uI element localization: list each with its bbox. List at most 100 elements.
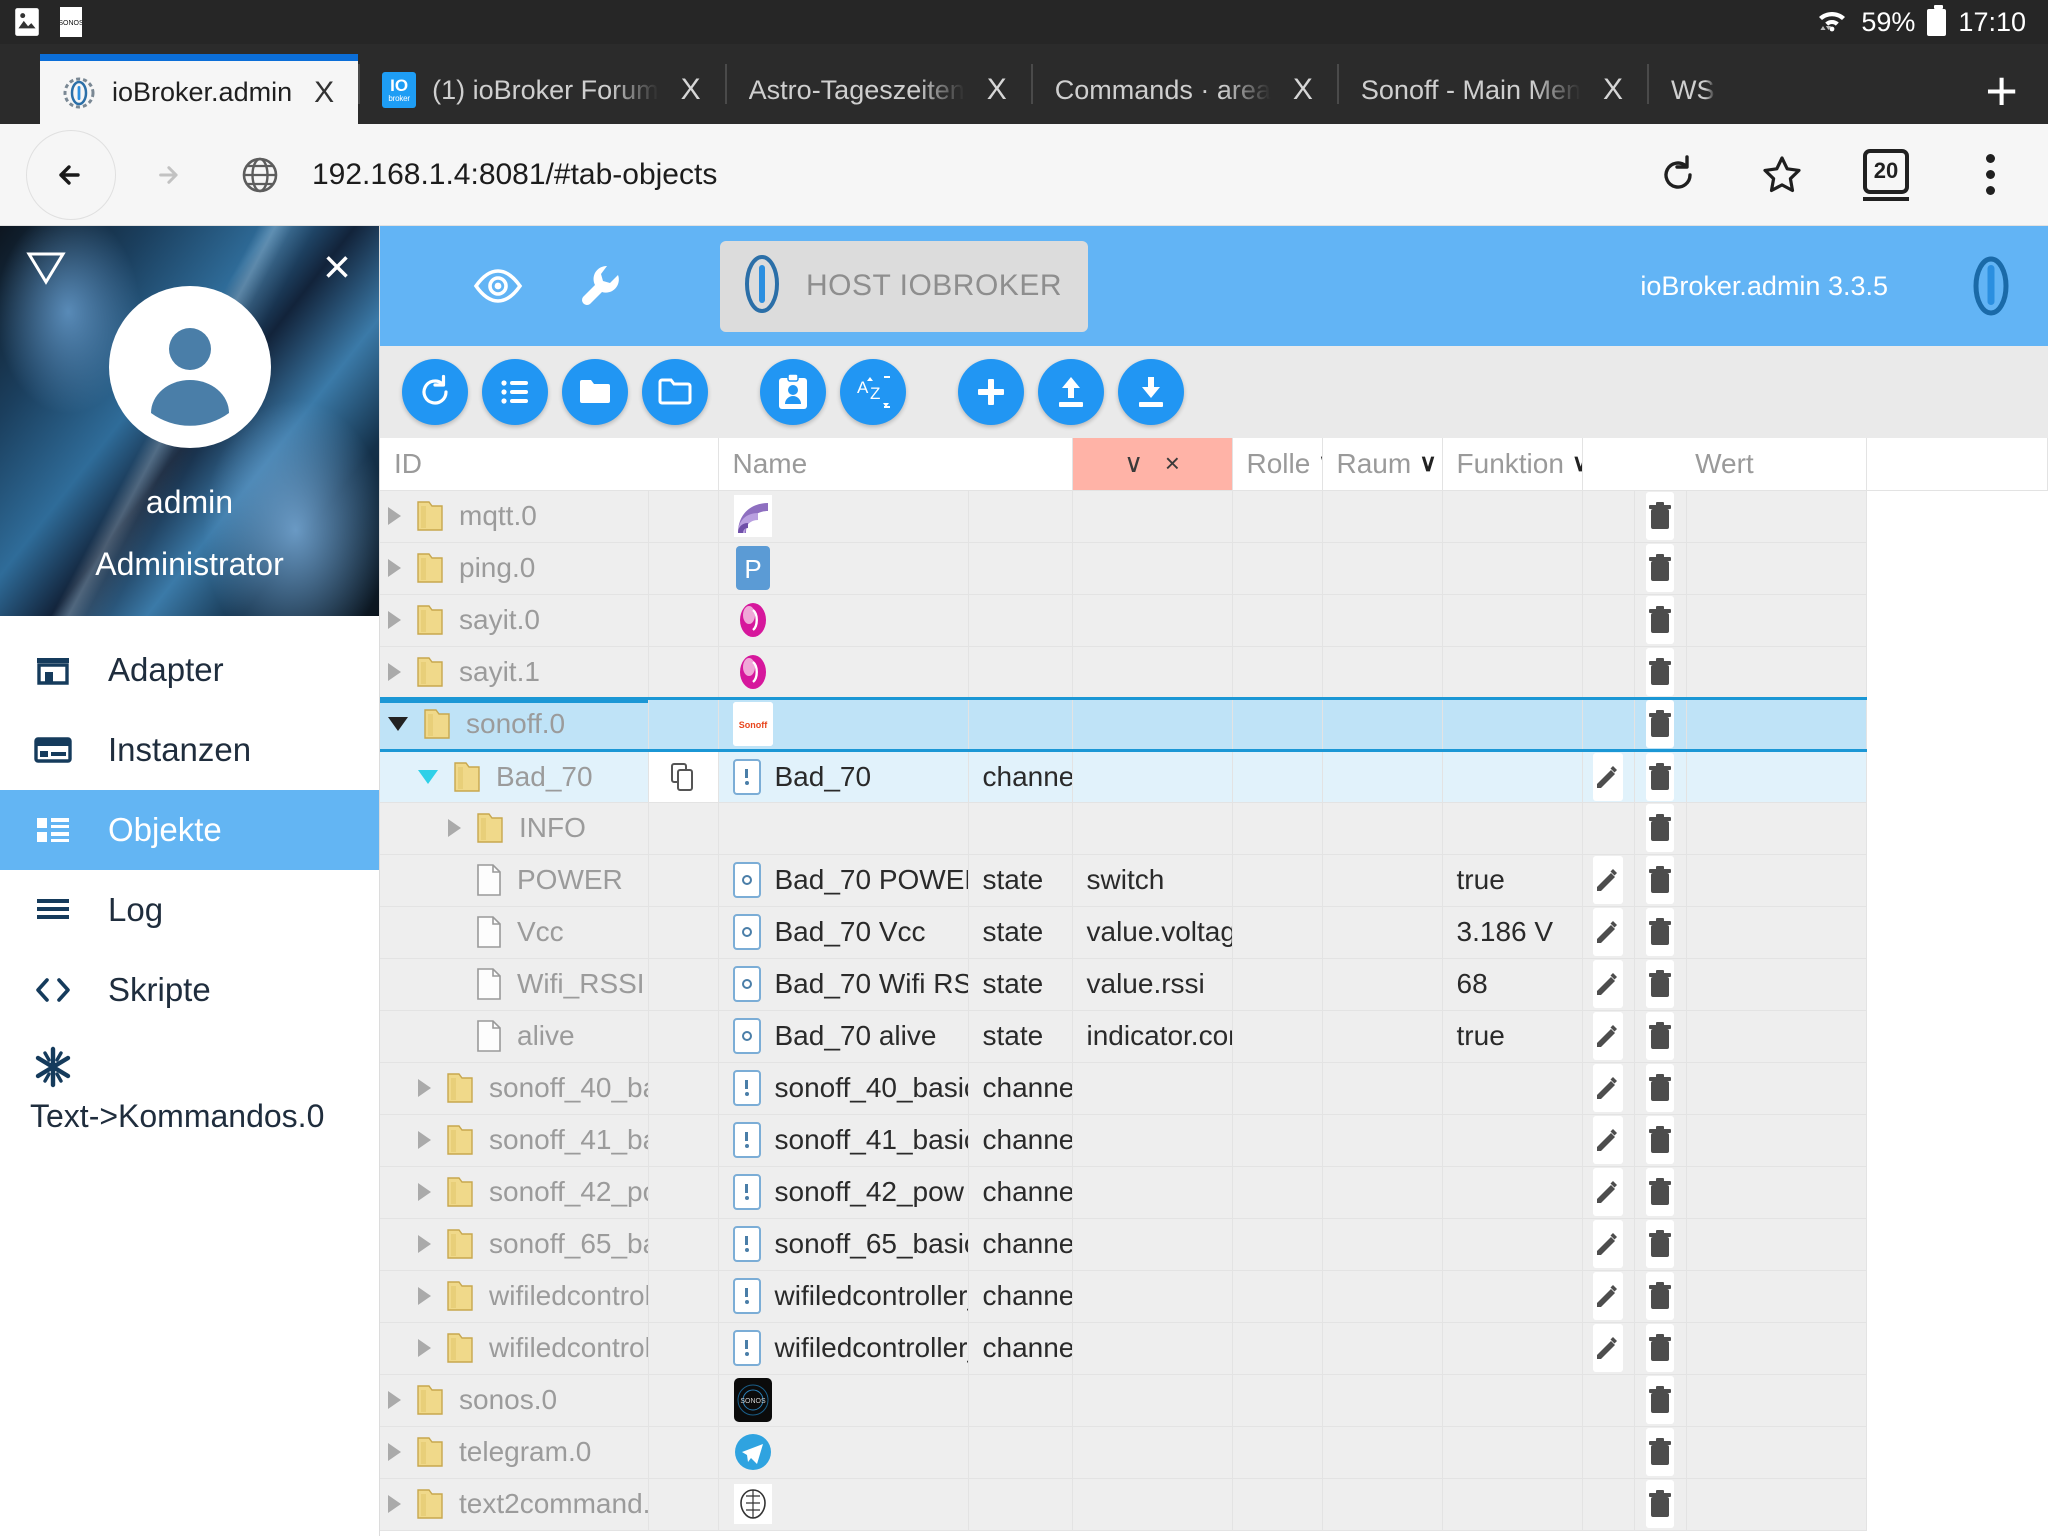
edit-row-button[interactable] — [1593, 856, 1624, 904]
cell-id[interactable]: wifiledcontroller_ — [380, 1322, 649, 1375]
expand-triangle-icon[interactable] — [418, 1183, 431, 1201]
cell-edit[interactable] — [1582, 1166, 1635, 1219]
column-header-room[interactable]: Raum ∨ — [1322, 438, 1443, 491]
close-icon[interactable]: X — [675, 71, 707, 109]
cell-delete[interactable] — [1634, 696, 1687, 752]
cell-edit[interactable] — [1582, 750, 1635, 803]
expand-triangle-icon[interactable] — [418, 1079, 431, 1097]
table-row[interactable]: wifiledcontroller_ wifiledcontroller_70 ch… — [380, 1270, 2048, 1323]
expand-triangle-icon[interactable] — [418, 1131, 431, 1149]
refresh-button[interactable] — [402, 359, 468, 425]
column-filter-active[interactable]: ∨ × — [1072, 438, 1233, 491]
cell-id[interactable]: wifiledcontroller_ — [380, 1270, 649, 1323]
column-header-id[interactable]: ID — [380, 438, 719, 491]
column-header-value[interactable]: Wert — [1582, 438, 1868, 491]
collapse-triangle-icon[interactable] — [418, 769, 438, 784]
expand-triangle-icon[interactable] — [388, 507, 401, 525]
expand-triangle-icon[interactable] — [388, 1495, 401, 1513]
avatar[interactable] — [108, 286, 271, 448]
table-row[interactable]: sonoff.0 Sonoff — [380, 696, 2048, 752]
cell-delete[interactable] — [1634, 1218, 1687, 1271]
column-header-name[interactable]: Name — [718, 438, 1073, 491]
host-selector[interactable]: HOST IOBROKER — [720, 240, 1088, 332]
table-row[interactable]: mqtt.0 — [380, 490, 2048, 543]
cell-delete[interactable] — [1634, 1062, 1687, 1115]
cell-id[interactable]: mqtt.0 — [380, 490, 649, 543]
cell-id[interactable]: sonos.0 — [380, 1374, 649, 1427]
cell-edit[interactable] — [1582, 1322, 1635, 1375]
edit-row-button[interactable] — [1593, 1220, 1624, 1268]
wrench-icon[interactable] — [572, 258, 628, 314]
cell-edit[interactable] — [1582, 1010, 1635, 1063]
edit-row-button[interactable] — [1593, 1116, 1624, 1164]
table-row[interactable]: INFO — [380, 802, 2048, 855]
delete-row-button[interactable] — [1646, 1116, 1675, 1164]
expand-triangle-icon[interactable] — [388, 1391, 401, 1409]
delete-row-button[interactable] — [1646, 752, 1675, 801]
expand-triangle-icon[interactable] — [388, 611, 401, 629]
delete-row-button[interactable] — [1646, 1168, 1675, 1216]
cell-copy[interactable] — [648, 750, 719, 803]
export-button[interactable] — [1038, 359, 1104, 425]
import-button[interactable] — [1118, 359, 1184, 425]
cell-edit[interactable] — [1582, 1062, 1635, 1115]
edit-row-button[interactable] — [1593, 1272, 1624, 1320]
delete-row-button[interactable] — [1646, 1428, 1675, 1476]
cell-edit[interactable] — [1582, 1218, 1635, 1271]
cell-delete[interactable] — [1634, 1478, 1687, 1531]
expand-triangle-icon[interactable] — [448, 819, 461, 837]
sidebar-item-instanzen[interactable]: Instanzen — [0, 710, 379, 790]
delete-row-button[interactable] — [1646, 856, 1675, 904]
cell-delete[interactable] — [1634, 958, 1687, 1011]
browser-tab-2[interactable]: Astro-Tageszeiten X — [727, 56, 1031, 124]
cell-delete[interactable] — [1634, 1322, 1687, 1375]
cell-id[interactable]: sonoff_40_basic — [380, 1062, 649, 1115]
close-icon[interactable]: X — [308, 74, 340, 112]
cell-edit[interactable] — [1582, 1270, 1635, 1323]
expand-triangle-icon[interactable] — [418, 1235, 431, 1253]
table-row[interactable]: alive Bad_70 alive state indicator.con true — [380, 1010, 2048, 1063]
cell-id[interactable]: sonoff_42_pow — [380, 1166, 649, 1219]
objects-table-wrapper[interactable]: ID Name ∨ × Rolle∨ Raum∨ — [380, 438, 2048, 1536]
cell-id[interactable]: POWER — [380, 854, 649, 907]
column-header-role[interactable]: Rolle∨ — [1232, 438, 1323, 491]
column-header-function[interactable]: Funktion ∨ — [1442, 438, 1583, 491]
edit-row-button[interactable] — [1593, 1064, 1624, 1112]
browser-tab-5[interactable]: WS — [1649, 56, 1733, 124]
cell-delete[interactable] — [1634, 1166, 1687, 1219]
tab-count-button[interactable]: 20 — [1860, 148, 1912, 201]
back-button[interactable] — [26, 129, 116, 220]
cell-edit[interactable] — [1582, 854, 1635, 907]
url-text[interactable]: 192.168.1.4:8081/#tab-objects — [312, 158, 1646, 192]
power-icon[interactable] — [1958, 253, 2024, 319]
edit-row-button[interactable] — [1593, 1012, 1624, 1060]
chevron-down-icon[interactable]: ∨ — [1419, 449, 1437, 478]
browser-tab-0[interactable]: ioBroker.admin X — [40, 54, 359, 124]
edit-row-button[interactable] — [1593, 960, 1624, 1008]
table-row[interactable]: POWER Bad_70 POWER state switch true — [380, 854, 2048, 907]
delete-row-button[interactable] — [1646, 1220, 1675, 1268]
expand-triangle-icon[interactable] — [418, 1287, 431, 1305]
cell-delete[interactable] — [1634, 802, 1687, 855]
delete-row-button[interactable] — [1646, 908, 1675, 956]
cell-id[interactable]: alive — [380, 1010, 649, 1063]
delete-row-button[interactable] — [1646, 804, 1675, 852]
sidebar-item-objekte[interactable]: Objekte — [0, 790, 379, 870]
overflow-menu-icon[interactable] — [1964, 149, 2016, 201]
list-button[interactable] — [482, 359, 548, 425]
chevron-down-icon[interactable]: ∨ — [1318, 449, 1321, 478]
cell-id[interactable]: INFO — [380, 802, 649, 855]
cell-edit[interactable] — [1582, 958, 1635, 1011]
table-row[interactable]: sonos.0 SONOS — [380, 1374, 2048, 1427]
star-icon[interactable] — [1756, 149, 1808, 201]
cell-delete[interactable] — [1634, 1114, 1687, 1167]
cell-edit[interactable] — [1582, 906, 1635, 959]
delete-row-button[interactable] — [1646, 960, 1675, 1008]
new-tab-button[interactable]: + — [1985, 62, 2018, 118]
clear-filter-icon[interactable]: × — [1165, 448, 1180, 478]
delete-row-button[interactable] — [1646, 701, 1675, 747]
table-row[interactable]: Bad_70 Bad_70 channe — [380, 750, 2048, 803]
cell-id[interactable]: sonoff_41_basic — [380, 1114, 649, 1167]
table-row[interactable]: ping.0 P — [380, 542, 2048, 595]
expand-triangle-icon[interactable] — [388, 662, 401, 681]
